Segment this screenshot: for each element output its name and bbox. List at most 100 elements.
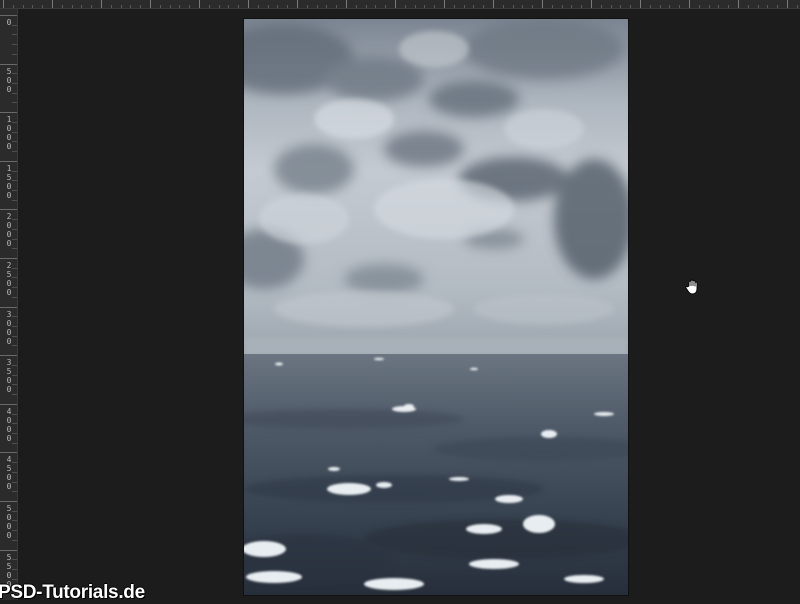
ruler-minor-tick: [551, 5, 553, 8]
ruler-minor-tick: [169, 5, 171, 8]
ruler-minor-tick: [620, 5, 622, 8]
ruler-minor-tick: [12, 296, 17, 298]
stormy-sea-image: [244, 19, 628, 595]
ruler-minor-tick: [600, 5, 602, 8]
ruler-minor-tick: [287, 5, 289, 8]
ruler-tick: [542, 0, 543, 8]
ruler-minor-tick: [355, 5, 357, 8]
ruler-minor-tick: [277, 5, 279, 8]
ruler-tick: [493, 0, 494, 8]
ruler-tick: [0, 403, 17, 405]
ruler-minor-tick: [257, 5, 259, 8]
ruler-minor-tick: [42, 5, 44, 8]
ruler-label: 5 0 0: [6, 66, 12, 94]
ruler-minor-tick: [385, 5, 387, 8]
ruler-minor-tick: [375, 5, 377, 8]
ruler-tick: [199, 0, 200, 8]
ruler-minor-tick: [336, 5, 338, 8]
ruler-minor-tick: [12, 539, 17, 541]
ruler-minor-tick: [12, 345, 17, 347]
ruler-minor-tick: [12, 199, 17, 201]
ruler-minor-tick: [561, 5, 563, 8]
ruler-minor-tick: [12, 442, 17, 444]
ruler-minor-tick: [32, 5, 34, 8]
ruler-tick: [0, 306, 17, 308]
ruler-tick: [0, 15, 17, 16]
ruler-tick: [591, 0, 592, 8]
ruler-label: 3 0 0 0: [6, 309, 12, 346]
ruler-tick: [0, 160, 17, 162]
ruler-minor-tick: [238, 5, 240, 8]
ruler-minor-tick: [12, 53, 17, 55]
ruler-tick: [346, 0, 347, 8]
ruler-minor-tick: [532, 5, 534, 8]
ruler-minor-tick: [718, 5, 720, 8]
horizontal-ruler[interactable]: [0, 0, 800, 9]
ruler-label: 4 5 0 0: [6, 455, 12, 492]
ruler-tick: [0, 549, 17, 551]
ruler-tick: [738, 0, 739, 8]
ruler-label: 1 0 0 0: [6, 115, 12, 152]
ruler-label: 1 5 0 0: [6, 163, 12, 200]
ruler-minor-tick: [669, 5, 671, 8]
ruler-minor-tick: [208, 5, 210, 8]
hand-icon: [684, 278, 702, 296]
ruler-minor-tick: [12, 491, 17, 493]
ruler-minor-tick: [140, 5, 142, 8]
ruler-minor-tick: [189, 5, 191, 8]
ruler-tick: [0, 258, 17, 259]
ruler-minor-tick: [159, 5, 161, 8]
ruler-tick: [640, 0, 641, 8]
ruler-minor-tick: [777, 5, 779, 8]
ruler-tick: [52, 0, 53, 8]
ruler-minor-tick: [12, 34, 17, 36]
ruler-tick: [248, 0, 249, 8]
ruler-minor-tick: [218, 5, 220, 8]
ruler-tick: [0, 452, 17, 454]
ruler-minor-tick: [581, 5, 583, 8]
ruler-minor-tick: [659, 5, 661, 8]
ruler-tick: [0, 63, 17, 65]
ruler-minor-tick: [649, 5, 651, 8]
ruler-minor-tick: [179, 5, 181, 8]
ruler-minor-tick: [414, 5, 416, 8]
ruler-minor-tick: [434, 5, 436, 8]
ruler-minor-tick: [61, 5, 63, 8]
ruler-minor-tick: [757, 5, 759, 8]
ruler-minor-tick: [698, 5, 700, 8]
ruler-minor-tick: [267, 5, 269, 8]
ruler-minor-tick: [130, 5, 132, 8]
ruler-minor-tick: [708, 5, 710, 8]
ruler-label: 5 0 0 0: [6, 504, 12, 540]
ruler-minor-tick: [12, 102, 17, 104]
ruler-tick: [3, 0, 4, 8]
ruler-minor-tick: [404, 5, 406, 8]
ruler-tick: [0, 501, 17, 502]
ruler-tick: [689, 0, 690, 8]
ruler-minor-tick: [610, 5, 612, 8]
ruler-minor-tick: [365, 5, 367, 8]
document-canvas[interactable]: [244, 19, 628, 595]
ruler-minor-tick: [91, 5, 93, 8]
ruler-minor-tick: [12, 5, 14, 8]
ruler-minor-tick: [767, 5, 769, 8]
ruler-minor-tick: [12, 44, 17, 46]
ruler-tick: [150, 0, 151, 8]
ruler-label: 2 5 0 0: [6, 261, 12, 297]
ruler-minor-tick: [12, 394, 17, 396]
ruler-tick: [101, 0, 102, 8]
ruler-minor-tick: [502, 5, 504, 8]
ruler-minor-tick: [522, 5, 524, 8]
ruler-minor-tick: [679, 5, 681, 8]
ruler-tick: [297, 0, 298, 8]
ruler-minor-tick: [12, 248, 17, 250]
ruler-minor-tick: [316, 5, 318, 8]
ruler-minor-tick: [728, 5, 730, 8]
vertical-ruler[interactable]: 0 5 0 0 1 0 0 0 1 5 0 0 2 0 0 0 2 5 0 0 3 0 0 …: [0, 9, 18, 600]
ruler-label: 4 0 0 0: [6, 406, 12, 443]
ruler-minor-tick: [747, 5, 749, 8]
ruler-minor-tick: [463, 5, 465, 8]
ruler-tick: [395, 0, 396, 8]
ruler-minor-tick: [483, 5, 485, 8]
ruler-minor-tick: [630, 5, 632, 8]
